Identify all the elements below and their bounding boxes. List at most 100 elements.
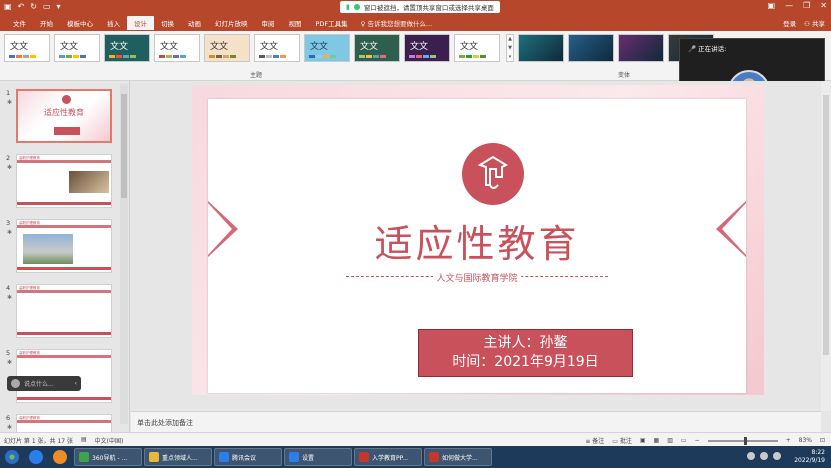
media-player-icon[interactable]	[48, 448, 72, 466]
theme-option-3[interactable]: 文文	[154, 34, 200, 62]
tab-3[interactable]: 插入	[100, 16, 127, 30]
normal-view-icon[interactable]: ▣	[640, 437, 646, 444]
clock[interactable]: 8:22 2022/9/19	[794, 449, 825, 465]
thumbnail-preview: 高职护理教育	[16, 219, 112, 273]
save-icon[interactable]: ▣	[4, 2, 12, 11]
notes-toggle-button[interactable]: ≡ 备注	[585, 436, 604, 445]
language-indicator[interactable]: 中文(中国)	[95, 436, 124, 445]
signal-icon: ▮	[346, 3, 350, 11]
minimize-icon[interactable]: —	[785, 1, 793, 10]
canvas-scrollbar[interactable]	[821, 81, 831, 411]
tab-6[interactable]: 动画	[181, 16, 208, 30]
taskbar-app-0[interactable]: 360导航 - ...	[74, 448, 142, 466]
thumbnail-preview: 高职护理教育	[16, 154, 112, 208]
zoom-slider-thumb[interactable]	[744, 436, 748, 445]
tab-5[interactable]: 切换	[154, 16, 181, 30]
tab-4[interactable]: 设计	[127, 16, 154, 30]
animation-icon: ✱	[7, 294, 13, 301]
collapse-icon[interactable]: ‹	[75, 380, 77, 387]
theme-option-2[interactable]: 文文	[104, 34, 150, 62]
taskbar-app-1[interactable]: 重点领域人...	[144, 448, 212, 466]
taskbar-app-2[interactable]: 腾讯会议	[214, 448, 282, 466]
present-icon[interactable]: ▭	[43, 2, 51, 11]
theme-option-9[interactable]: 文文	[454, 34, 500, 62]
theme-option-7[interactable]: 文文	[354, 34, 400, 62]
animation-icon: ✱	[7, 424, 13, 431]
variant-option-0[interactable]	[518, 34, 564, 62]
app-icon	[149, 452, 159, 462]
spellcheck-icon[interactable]: ▤	[81, 436, 87, 445]
slide-number: 4	[6, 284, 11, 292]
tell-me-search[interactable]: ♀ 告诉我您想要做什么...	[361, 18, 433, 28]
thumbnail-title: 适应性教育	[44, 108, 84, 117]
taskbar-app-5[interactable]: 如何做大学...	[424, 448, 492, 466]
gallery-scroll[interactable]: ▲ ▼ ▾	[506, 34, 514, 62]
theme-option-5[interactable]: 文文	[254, 34, 300, 62]
slide-title[interactable]: 适应性教育	[208, 213, 746, 268]
tab-8[interactable]: 审阅	[255, 16, 282, 30]
login-link[interactable]: 登录	[783, 18, 796, 28]
tab-9[interactable]: 视图	[282, 16, 309, 30]
chat-input[interactable]: 说点什么... ‹	[7, 376, 81, 391]
variant-option-1[interactable]	[568, 34, 614, 62]
speaker-line: 主讲人：孙鳌	[483, 335, 568, 351]
tab-2[interactable]: 模板中心	[60, 16, 100, 30]
taskbar-app-3[interactable]: 设置	[284, 448, 352, 466]
sorter-view-icon[interactable]: ▦	[654, 437, 660, 444]
close-icon[interactable]: ✕	[820, 1, 827, 10]
tab-1[interactable]: 开始	[33, 16, 60, 30]
slideshow-view-icon[interactable]: ▭	[681, 437, 687, 444]
theme-sample-text: 文文	[410, 42, 429, 52]
thumbnail-title: 高职护理教育	[19, 156, 40, 160]
theme-option-4[interactable]: 文文	[204, 34, 250, 62]
theme-color-swatches	[259, 55, 286, 58]
slide-editor[interactable]: 适应性教育 人文与国际教育学院 主讲人：孙鳌 时间：2021年9月19日	[192, 85, 764, 395]
input-method-icon[interactable]	[773, 452, 781, 460]
tab-10[interactable]: PDF工具集	[309, 16, 355, 30]
customize-toolbar-icon[interactable]: ▾	[57, 2, 61, 11]
notes-input[interactable]: 单击此处添加备注	[131, 411, 821, 432]
quick-access-toolbar: ▣ ↶ ↻ ▭ ▾	[4, 2, 61, 11]
network-icon[interactable]	[747, 452, 755, 460]
speaker-info-box[interactable]: 主讲人：孙鳌 时间：2021年9月19日	[418, 329, 633, 377]
undo-icon[interactable]: ↶	[18, 2, 25, 11]
theme-color-swatches	[409, 55, 436, 58]
theme-option-8[interactable]: 文文	[404, 34, 450, 62]
theme-color-swatches	[459, 55, 486, 58]
zoom-slider[interactable]	[707, 436, 778, 445]
variant-option-2[interactable]	[618, 34, 664, 62]
ribbon-display-icon[interactable]: ▣	[768, 1, 776, 10]
taskbar-app-4[interactable]: 入学教育PP...	[354, 448, 422, 466]
tab-0[interactable]: 文件	[6, 16, 33, 30]
redo-icon[interactable]: ↻	[30, 2, 37, 11]
tab-7[interactable]: 幻灯片放映	[208, 16, 255, 30]
reading-view-icon[interactable]: ▥	[667, 437, 673, 444]
theme-option-0[interactable]: 文文	[4, 34, 50, 62]
taskbar-apps: 360导航 - ... 重点领域人... 腾讯会议 设置 入学教育PP... 如何做大学.…	[72, 448, 492, 466]
slide-number: 3	[6, 219, 11, 227]
person-icon: ⚇	[804, 20, 812, 28]
share-button[interactable]: ⚇ 共享	[804, 18, 825, 28]
zoom-out-icon[interactable]: −	[695, 437, 700, 444]
app-icon	[219, 452, 229, 462]
theme-option-6[interactable]: 文文	[304, 34, 350, 62]
taskbar: 360导航 - ... 重点领域人... 腾讯会议 设置 入学教育PP... 如何做大学.…	[0, 446, 831, 468]
volume-icon[interactable]	[760, 452, 768, 460]
system-tray	[747, 452, 781, 460]
theme-color-swatches	[159, 55, 186, 58]
maximize-icon[interactable]: ❐	[803, 1, 810, 10]
browser-icon[interactable]	[24, 448, 48, 466]
screen-share-banner[interactable]: ▮ 窗口被遮挡，请置顶共享窗口或选择共享桌面	[340, 1, 500, 13]
zoom-level[interactable]: 83%	[799, 437, 812, 444]
start-button[interactable]	[0, 446, 24, 468]
comments-toggle-button[interactable]: ▭ 批注	[612, 436, 632, 445]
theme-color-swatches	[9, 55, 36, 58]
zoom-in-icon[interactable]: +	[786, 437, 791, 444]
theme-option-1[interactable]: 文文	[54, 34, 100, 62]
theme-sample-text: 文文	[110, 42, 129, 52]
fit-slide-icon[interactable]: ⊡	[820, 437, 825, 444]
slide-subtitle[interactable]: 人文与国际教育学院	[208, 271, 746, 284]
animation-icon: ✱	[7, 164, 13, 171]
thumbnails-scrollbar[interactable]	[120, 84, 128, 424]
emoji-icon[interactable]	[11, 379, 20, 388]
